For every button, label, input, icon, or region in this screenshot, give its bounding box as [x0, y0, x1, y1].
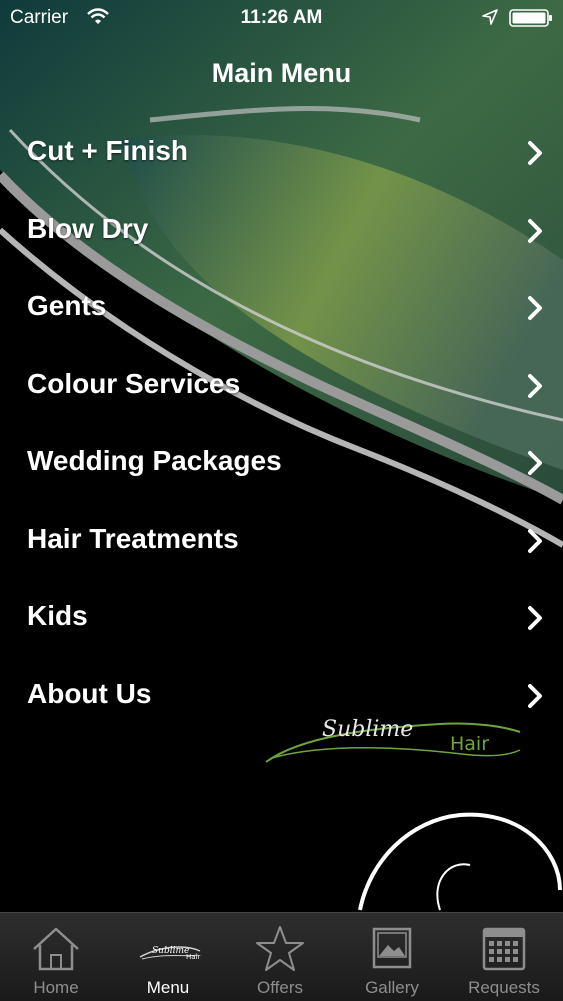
- tab-requests[interactable]: Requests: [448, 913, 560, 1001]
- battery-icon: [509, 9, 552, 27]
- main-menu-list: Cut + Finish Blow Dry Gents Colour Servi…: [0, 115, 563, 735]
- chevron-right-icon: [528, 683, 542, 708]
- sublime-hair-logo: Sublime Hair: [265, 717, 521, 763]
- chevron-right-icon: [528, 296, 542, 320]
- calendar-icon: [482, 927, 526, 971]
- sublime-logo-icon: Sublime Hair: [139, 946, 200, 961]
- menu-item-wedding-packages[interactable]: Wedding Packages: [0, 425, 563, 503]
- tab-label: Gallery: [365, 978, 419, 997]
- menu-item-cut-finish[interactable]: Cut + Finish: [0, 115, 563, 193]
- logo-word-hair: Hair: [450, 733, 489, 755]
- star-icon: [256, 926, 304, 971]
- tab-label: Requests: [468, 978, 540, 997]
- tab-bar: Home Sublime Hair Menu Offers Gallery Re…: [0, 912, 563, 1001]
- menu-item-label: Cut + Finish: [27, 135, 188, 166]
- tab-offers[interactable]: Offers: [224, 913, 336, 1001]
- svg-text:Hair: Hair: [186, 953, 200, 961]
- menu-item-label: Wedding Packages: [27, 445, 282, 476]
- chevron-right-icon: [528, 606, 542, 630]
- chevron-right-icon: [528, 141, 542, 165]
- logo-word-sublime: Sublime: [322, 717, 413, 742]
- chevron-right-icon: [528, 218, 542, 243]
- picture-icon: [372, 927, 412, 969]
- menu-item-label: Hair Treatments: [27, 522, 239, 554]
- tab-gallery[interactable]: Gallery: [336, 913, 448, 1001]
- home-icon: [33, 927, 79, 971]
- status-bar: Carrier 11:26 AM: [0, 0, 563, 38]
- navigation-bar: Main Menu: [0, 38, 563, 112]
- menu-item-gents[interactable]: Gents: [0, 270, 563, 348]
- tab-home[interactable]: Home: [0, 913, 112, 1001]
- svg-text:Sublime: Sublime: [152, 946, 189, 956]
- menu-item-label: Kids: [27, 600, 88, 631]
- page-title: Main Menu: [211, 58, 352, 88]
- clock: 11:26 AM: [240, 7, 323, 28]
- menu-item-colour-services[interactable]: Colour Services: [0, 348, 563, 426]
- tab-label: Menu: [146, 978, 190, 997]
- tab-label: Home: [33, 978, 79, 997]
- tab-label: Offers: [257, 978, 303, 997]
- menu-item-blow-dry[interactable]: Blow Dry: [0, 193, 563, 271]
- chevron-right-icon: [528, 451, 542, 475]
- tab-menu[interactable]: Sublime Hair Menu: [112, 913, 224, 1001]
- menu-item-label: Gents: [27, 290, 107, 321]
- menu-item-kids[interactable]: Kids: [0, 580, 563, 658]
- menu-item-label: About Us: [27, 677, 152, 709]
- location-arrow-icon: [482, 9, 498, 25]
- menu-item-hair-treatments[interactable]: Hair Treatments: [0, 503, 563, 581]
- chevron-right-icon: [528, 528, 542, 553]
- menu-item-label: Colour Services: [27, 367, 241, 399]
- menu-item-label: Blow Dry: [27, 212, 149, 244]
- chevron-right-icon: [528, 373, 542, 398]
